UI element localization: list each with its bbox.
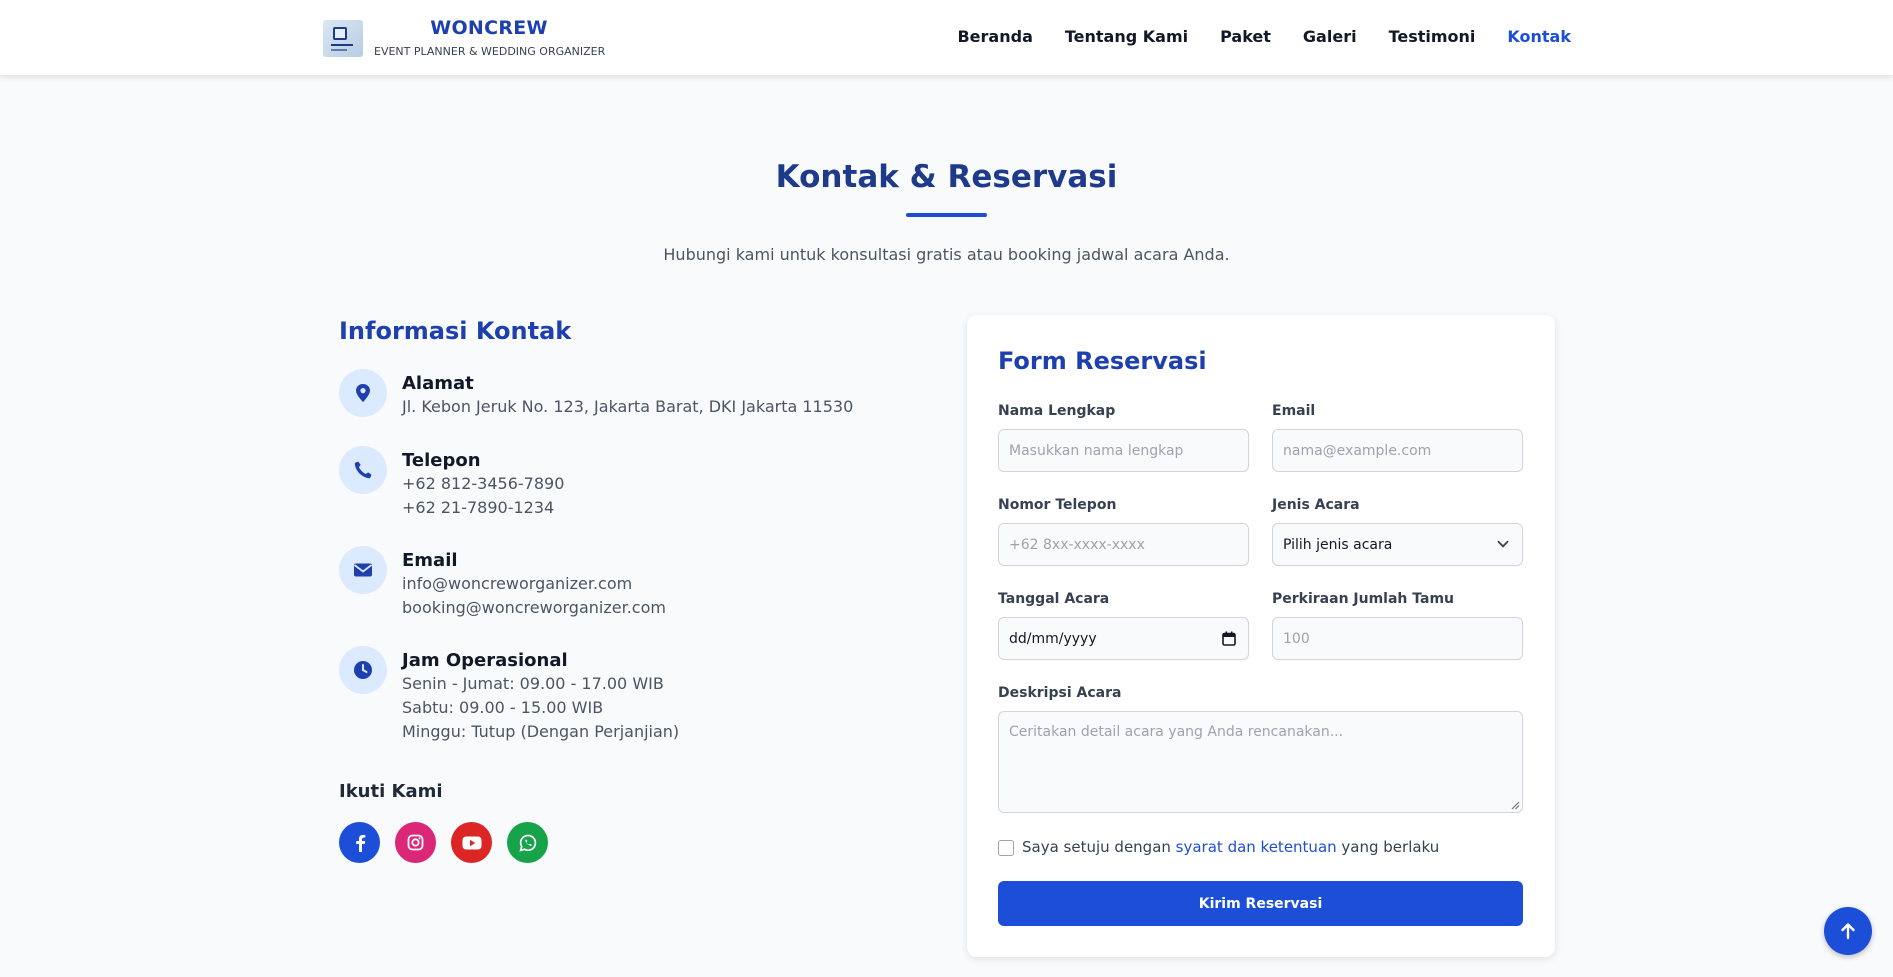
phone-field-label: Nomor Telepon [998, 497, 1117, 513]
hours-saturday: Sabtu: 09.00 - 15.00 WIB [402, 698, 604, 717]
facebook-icon [355, 834, 365, 852]
email-input[interactable]: nama@example.com [1272, 429, 1523, 472]
chevron-down-icon [1497, 540, 1509, 548]
guests-label: Perkiraan Jumlah Tamu [1272, 591, 1455, 607]
hours-label: Jam Operasional [402, 650, 568, 671]
description-label: Deskripsi Acara [998, 685, 1122, 701]
terms-checkbox[interactable] [998, 840, 1014, 856]
terms-text: Saya setuju dengan syarat dan ketentuan … [1022, 838, 1439, 856]
logo-image[interactable] [323, 20, 363, 57]
terms-suffix: yang berlaku [1336, 838, 1440, 856]
arrow-up-icon [1841, 923, 1855, 940]
email-line-2[interactable]: booking@woncreworganizer.com [402, 596, 882, 620]
nav-item-tentang-kami[interactable]: Tentang Kami [1065, 27, 1188, 46]
map-pin-icon [339, 369, 387, 417]
hours-sunday: Minggu: Tutup (Dengan Perjanjian) [402, 722, 680, 741]
event-type-label: Jenis Acara [1272, 497, 1360, 513]
whatsapp-icon [518, 834, 536, 852]
brand-name[interactable]: WONCREW [374, 17, 604, 39]
date-label: Tanggal Acara [998, 591, 1110, 607]
event-type-select[interactable]: Pilih jenis acara [1272, 523, 1523, 566]
event-type-value: Pilih jenis acara [1283, 536, 1393, 553]
phone-icon [339, 446, 387, 494]
terms-link[interactable]: syarat dan ketentuan [1176, 838, 1337, 856]
submit-reservation-button[interactable]: Kirim Reservasi [998, 881, 1523, 926]
whatsapp-button[interactable] [507, 822, 548, 863]
resize-grip-icon[interactable] [1511, 801, 1520, 810]
phone-input[interactable]: +62 8xx-xxxx-xxxx [998, 523, 1249, 566]
back-to-top-button[interactable] [1824, 907, 1872, 955]
nav-item-beranda[interactable]: Beranda [957, 27, 1032, 46]
title-underline [906, 213, 987, 217]
instagram-button[interactable] [395, 822, 436, 863]
hours-weekday: Senin - Jumat: 09.00 - 17.00 WIB [402, 674, 664, 693]
section-title: Kontak & Reservasi [775, 159, 1118, 195]
phone-line-2[interactable]: +62 21-7890-1234 [402, 496, 882, 520]
instagram-icon [407, 834, 424, 851]
site-header: WONCREW EVENT PLANNER & WEDDING ORGANIZE… [0, 0, 1893, 75]
email-line-1[interactable]: info@woncreworganizer.com [402, 572, 882, 596]
brand-tagline: EVENT PLANNER & WEDDING ORGANIZER [374, 45, 606, 58]
phone-label: Telepon [402, 450, 481, 471]
description-placeholder: Ceritakan detail acara yang Anda rencana… [1009, 724, 1344, 740]
youtube-button[interactable] [451, 822, 492, 863]
youtube-icon [462, 836, 481, 849]
facebook-button[interactable] [339, 822, 380, 863]
contact-info-title: Informasi Kontak [339, 317, 572, 345]
description-textarea[interactable]: Ceritakan detail acara yang Anda rencana… [998, 711, 1523, 813]
address-label: Alamat [402, 373, 474, 394]
clock-icon [339, 646, 387, 694]
name-input[interactable]: Masukkan nama lengkap [998, 429, 1249, 472]
form-title: Form Reservasi [998, 347, 1207, 375]
envelope-icon [339, 546, 387, 594]
nav-item-testimoni[interactable]: Testimoni [1389, 27, 1476, 46]
date-input[interactable]: dd/mm/yyyy [998, 617, 1249, 660]
calendar-icon[interactable] [1222, 631, 1236, 646]
name-label: Nama Lengkap [998, 403, 1116, 419]
phone-line-1[interactable]: +62 812-3456-7890 [402, 472, 882, 496]
nav-item-kontak[interactable]: Kontak [1507, 27, 1571, 46]
follow-title: Ikuti Kami [339, 781, 443, 802]
section-subtitle: Hubungi kami untuk konsultasi gratis ata… [663, 245, 1230, 264]
nav-item-galeri[interactable]: Galeri [1303, 27, 1357, 46]
email-field-label: Email [1272, 403, 1316, 419]
main-nav: Beranda Tentang Kami Paket Galeri Testim… [957, 27, 1571, 46]
email-label: Email [402, 550, 458, 571]
address-line: Jl. Kebon Jeruk No. 123, Jakarta Barat, … [402, 397, 854, 416]
terms-prefix: Saya setuju dengan [1022, 838, 1176, 856]
date-value: dd/mm/yyyy [1009, 630, 1097, 647]
guests-input[interactable]: 100 [1272, 617, 1523, 660]
nav-item-paket[interactable]: Paket [1220, 27, 1271, 46]
